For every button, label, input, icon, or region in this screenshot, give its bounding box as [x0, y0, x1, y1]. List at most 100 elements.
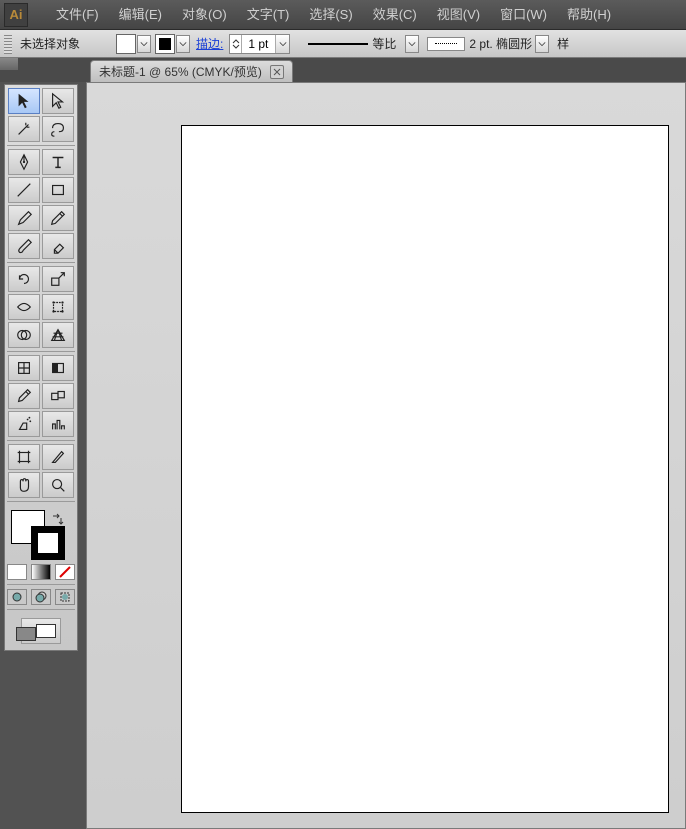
stroke-link[interactable]: 描边:: [196, 35, 223, 52]
color-mode-row: [7, 564, 75, 580]
gradient-tool[interactable]: [42, 355, 74, 381]
shape-builder-icon: [15, 326, 33, 344]
draw-behind-icon: [35, 591, 47, 603]
none-icon: [59, 566, 71, 578]
eyedropper-tool[interactable]: [8, 383, 40, 409]
perspective-grid-tool[interactable]: [42, 322, 74, 348]
options-grip[interactable]: [4, 34, 12, 54]
document-tab-zone: 未标题-1 @ 65% (CMYK/预览): [0, 58, 686, 82]
brush-dropdown[interactable]: [535, 35, 549, 53]
scale-dropdown[interactable]: [405, 35, 419, 53]
line-icon: [15, 181, 33, 199]
free-transform-icon: [49, 298, 67, 316]
draw-normal[interactable]: [7, 589, 27, 605]
eraser-tool[interactable]: [42, 233, 74, 259]
draw-inside-icon: [59, 591, 71, 603]
stroke-weight-value: 1 pt: [242, 37, 274, 51]
lasso-tool[interactable]: [42, 116, 74, 142]
magic-wand-tool[interactable]: [8, 116, 40, 142]
type-icon: [49, 153, 67, 171]
pencil-tool[interactable]: [42, 205, 74, 231]
pen-tool[interactable]: [8, 149, 40, 175]
style-label: 样: [557, 35, 569, 52]
draw-behind[interactable]: [31, 589, 51, 605]
direct-selection-tool[interactable]: [42, 88, 74, 114]
stroke-weight-dropdown[interactable]: [275, 35, 289, 53]
hand-tool[interactable]: [8, 472, 40, 498]
mesh-tool[interactable]: [8, 355, 40, 381]
chevron-down-icon: [232, 44, 240, 49]
scale-tool[interactable]: [42, 266, 74, 292]
selection-tool[interactable]: [8, 88, 40, 114]
menu-effect[interactable]: 效果(C): [363, 0, 427, 30]
stroke-dropdown[interactable]: [176, 35, 190, 53]
artboard-tool[interactable]: [8, 444, 40, 470]
lasso-icon: [49, 120, 67, 138]
zoom-tool[interactable]: [42, 472, 74, 498]
menubar: Ai 文件(F) 编辑(E) 对象(O) 文字(T) 选择(S) 效果(C) 视…: [0, 0, 686, 30]
menu-file[interactable]: 文件(F): [46, 0, 109, 30]
blob-brush-icon: [15, 237, 33, 255]
rectangle-icon: [49, 181, 67, 199]
menu-object[interactable]: 对象(O): [172, 0, 237, 30]
document-tab-title: 未标题-1 @ 65% (CMYK/预览): [99, 63, 262, 80]
options-bar: 未选择对象 描边: 1 pt 等比 2 pt. 椭圆形 样: [0, 30, 686, 58]
slice-icon: [49, 448, 67, 466]
paintbrush-tool[interactable]: [8, 205, 40, 231]
workspace: [0, 82, 686, 829]
rectangle-tool[interactable]: [42, 177, 74, 203]
rotate-tool[interactable]: [8, 266, 40, 292]
menu-view[interactable]: 视图(V): [427, 0, 490, 30]
stroke-swatch[interactable]: [155, 34, 175, 54]
brush-preview[interactable]: [427, 37, 465, 51]
color-mode-none[interactable]: [55, 564, 75, 580]
blob-brush-tool[interactable]: [8, 233, 40, 259]
pencil-icon: [49, 209, 67, 227]
menu-select[interactable]: 选择(S): [299, 0, 362, 30]
eraser-icon: [49, 237, 67, 255]
no-selection-label: 未选择对象: [20, 35, 80, 52]
graph-icon: [49, 415, 67, 433]
chevron-down-icon: [279, 40, 287, 48]
blend-tool[interactable]: [42, 383, 74, 409]
menu-type[interactable]: 文字(T): [237, 0, 300, 30]
perspective-grid-icon: [49, 326, 67, 344]
type-tool[interactable]: [42, 149, 74, 175]
shape-builder-tool[interactable]: [8, 322, 40, 348]
scale-icon: [49, 270, 67, 288]
artboard-icon: [15, 448, 33, 466]
tab-close-button[interactable]: [270, 65, 284, 79]
brush-value: 2 pt. 椭圆形: [469, 35, 532, 52]
draw-inside[interactable]: [55, 589, 75, 605]
stroke-stepper[interactable]: [230, 35, 242, 53]
width-tool[interactable]: [8, 294, 40, 320]
zoom-icon: [49, 476, 67, 494]
draw-mode-row: [7, 589, 75, 605]
fill-swatch[interactable]: [116, 34, 136, 54]
swap-fill-stroke-icon[interactable]: [51, 512, 65, 526]
color-mode-solid[interactable]: [7, 564, 27, 580]
color-mode-gradient[interactable]: [31, 564, 51, 580]
canvas-area[interactable]: [86, 82, 686, 829]
blend-icon: [49, 387, 67, 405]
chevron-down-icon: [408, 40, 416, 48]
stroke-weight-field[interactable]: 1 pt: [229, 34, 290, 54]
menu-window[interactable]: 窗口(W): [490, 0, 557, 30]
free-transform-tool[interactable]: [42, 294, 74, 320]
symbol-sprayer-icon: [15, 415, 33, 433]
direct-selection-icon: [49, 92, 67, 110]
paintbrush-icon: [15, 209, 33, 227]
app-icon: Ai: [4, 3, 28, 27]
chevron-down-icon: [140, 40, 148, 48]
line-segment-tool[interactable]: [8, 177, 40, 203]
menu-edit[interactable]: 编辑(E): [109, 0, 172, 30]
stroke-color[interactable]: [31, 526, 65, 560]
hand-icon: [15, 476, 33, 494]
column-graph-tool[interactable]: [42, 411, 74, 437]
screen-mode-button[interactable]: [21, 618, 61, 644]
document-tab[interactable]: 未标题-1 @ 65% (CMYK/预览): [90, 60, 293, 82]
slice-tool[interactable]: [42, 444, 74, 470]
symbol-sprayer-tool[interactable]: [8, 411, 40, 437]
fill-dropdown[interactable]: [137, 35, 151, 53]
menu-help[interactable]: 帮助(H): [557, 0, 621, 30]
